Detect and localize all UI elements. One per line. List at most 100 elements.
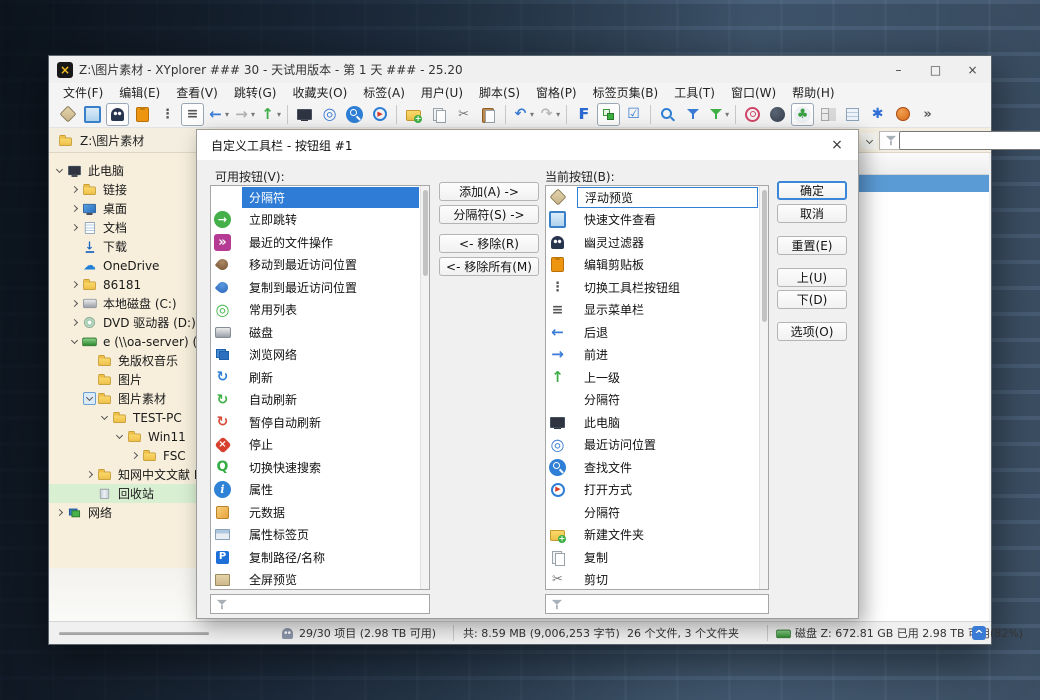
chevron-right-icon[interactable] xyxy=(68,278,81,291)
chevron-right-icon[interactable] xyxy=(128,449,141,462)
menu-item[interactable]: 脚本(S) xyxy=(471,83,528,101)
ghost-filter-button[interactable] xyxy=(106,102,129,126)
available-item-属性标签页[interactable]: 属性标签页 xyxy=(211,524,429,547)
tree-path-tracing-button[interactable] xyxy=(791,102,815,126)
available-item-全屏预览[interactable]: 全屏预览 xyxy=(211,569,429,590)
menu-item[interactable]: 帮助(H) xyxy=(784,83,842,101)
available-filter-input[interactable] xyxy=(230,596,429,612)
current-item-打开方式[interactable]: 打开方式 xyxy=(546,479,768,502)
move-up-button[interactable]: 上(U) xyxy=(777,268,847,287)
spiral-tool-button[interactable] xyxy=(741,103,764,126)
up-button[interactable]: ▾ xyxy=(258,103,282,126)
chevron-down-icon[interactable] xyxy=(113,430,126,443)
list-filter-input[interactable] xyxy=(899,131,1040,150)
menu-item[interactable]: 标签页集(B) xyxy=(585,83,667,101)
basketball-button[interactable] xyxy=(891,103,914,126)
remove-all-button[interactable]: <- 移除所有(M) xyxy=(439,257,539,276)
find-files-button[interactable] xyxy=(343,103,366,126)
tree-item-免版权音乐[interactable]: 免版权音乐 xyxy=(49,351,209,370)
options-button[interactable]: 选项(O) xyxy=(777,322,847,341)
up-dropdown-arrow[interactable]: ▾ xyxy=(277,110,281,119)
status-expand[interactable] xyxy=(972,622,986,644)
recent-locations-button[interactable] xyxy=(318,103,341,126)
back-button[interactable]: ▾ xyxy=(206,103,230,126)
report-view-button[interactable] xyxy=(841,103,864,126)
available-item-浏览网络[interactable]: 浏览网络 xyxy=(211,344,429,367)
available-list-scrollbar[interactable] xyxy=(420,186,429,589)
tree-item-e (\\oa-server) (Z:)[interactable]: e (\\oa-server) (Z:) xyxy=(49,332,209,351)
forward-button[interactable]: ▾ xyxy=(232,103,256,126)
available-item-最近的文件操作[interactable]: 最近的文件操作 xyxy=(211,231,429,254)
available-item-常用列表[interactable]: 常用列表 xyxy=(211,299,429,322)
current-item-分隔符[interactable]: 分隔符 xyxy=(546,501,768,524)
minimize-button[interactable]: – xyxy=(880,56,917,83)
title-bar[interactable]: Z:\图片素材 - XYplorer ### 30 - 天试用版本 - 第 1 … xyxy=(49,56,991,83)
available-item-立即跳转[interactable]: 立即跳转 xyxy=(211,209,429,232)
tile-view-button[interactable] xyxy=(816,103,839,126)
tree-toggle-button[interactable] xyxy=(597,102,621,126)
available-item-属性[interactable]: 属性 xyxy=(211,479,429,502)
tree-item-DVD 驱动器 (D:) CCCOM[interactable]: DVD 驱动器 (D:) CCCOM xyxy=(49,313,209,332)
current-item-上一级[interactable]: 上一级 xyxy=(546,366,768,389)
tree-item-文档[interactable]: 文档 xyxy=(49,218,209,237)
available-item-磁盘[interactable]: 磁盘 xyxy=(211,321,429,344)
ok-button[interactable]: 确定 xyxy=(777,181,847,200)
chevron-right-icon[interactable] xyxy=(53,506,66,519)
quick-file-view-button[interactable] xyxy=(81,103,104,126)
tree-item-回收站[interactable]: 回收站 xyxy=(49,484,209,503)
current-buttons-list[interactable]: 浮动预览快速文件查看幽灵过滤器编辑剪贴板切换工具栏按钮组显示菜单栏后退前进上一级… xyxy=(545,185,769,590)
current-item-编辑剪贴板[interactable]: 编辑剪贴板 xyxy=(546,254,768,277)
visual-filter-dropdown-arrow[interactable]: ▾ xyxy=(725,110,729,119)
current-item-新建文件夹[interactable]: 新建文件夹 xyxy=(546,524,768,547)
available-item-切换快速搜索[interactable]: 切换快速搜索 xyxy=(211,456,429,479)
new-folder-button[interactable] xyxy=(402,103,425,126)
chevron-right-icon[interactable] xyxy=(68,221,81,234)
current-item-显示菜单栏[interactable]: 显示菜单栏 xyxy=(546,299,768,322)
chevron-down-icon[interactable] xyxy=(83,392,96,405)
cancel-button[interactable]: 取消 xyxy=(777,204,847,223)
menu-item[interactable]: 文件(F) xyxy=(55,83,111,101)
dark-mode-button[interactable] xyxy=(766,103,789,126)
current-item-此电脑[interactable]: 此电脑 xyxy=(546,411,768,434)
tree-item-TEST-PC[interactable]: TEST-PC xyxy=(49,408,209,427)
maximize-button[interactable]: □ xyxy=(917,56,954,83)
dialog-close-button[interactable]: × xyxy=(826,135,848,155)
tab-list-dropdown[interactable] xyxy=(861,133,877,149)
tree-item-FSC[interactable]: FSC xyxy=(49,446,209,465)
tree-item-86181[interactable]: 86181 xyxy=(49,275,209,294)
add-separator-button[interactable]: 分隔符(S) -> xyxy=(439,205,539,224)
chevron-right-icon[interactable] xyxy=(83,468,96,481)
tree-item-知网中文文献 PDF[interactable]: 知网中文文献 PDF xyxy=(49,465,209,484)
menu-item[interactable]: 跳转(G) xyxy=(226,83,285,101)
tree-item-下载[interactable]: 下载 xyxy=(49,237,209,256)
toggle-toolbar-group-button[interactable] xyxy=(156,103,179,126)
menu-item[interactable]: 查看(V) xyxy=(168,83,226,101)
available-buttons-list[interactable]: 分隔符立即跳转最近的文件操作移动到最近访问位置复制到最近访问位置常用列表磁盘浏览… xyxy=(210,185,430,590)
current-item-后退[interactable]: 后退 xyxy=(546,321,768,344)
menu-item[interactable]: 用户(U) xyxy=(413,83,471,101)
dialog-title-bar[interactable]: 自定义工具栏 - 按钮组 #1 xyxy=(197,130,858,160)
available-item-复制到最近访问位置[interactable]: 复制到最近访问位置 xyxy=(211,276,429,299)
available-item-暂停自动刷新[interactable]: 暂停自动刷新 xyxy=(211,411,429,434)
redo-button[interactable]: ▾ xyxy=(537,103,561,126)
chevron-right-icon[interactable] xyxy=(68,297,81,310)
undo-dropdown-arrow[interactable]: ▾ xyxy=(530,110,534,119)
tree-item-网络[interactable]: 网络 xyxy=(49,503,209,522)
current-item-查找文件[interactable]: 查找文件 xyxy=(546,456,768,479)
tree-item-OneDrive[interactable]: OneDrive xyxy=(49,256,209,275)
menu-item[interactable]: 窗口(W) xyxy=(723,83,784,101)
current-item-复制[interactable]: 复制 xyxy=(546,546,768,569)
tree-horizontal-scrollbar[interactable] xyxy=(59,632,209,635)
scrollbar-thumb[interactable] xyxy=(761,190,767,322)
forward-dropdown-arrow[interactable]: ▾ xyxy=(251,110,255,119)
chevron-right-icon[interactable] xyxy=(68,183,81,196)
favorites-button[interactable] xyxy=(572,103,595,126)
close-button[interactable]: × xyxy=(954,56,991,83)
available-filter-box[interactable] xyxy=(210,594,430,614)
filter-button[interactable] xyxy=(681,103,704,126)
chevron-right-icon[interactable] xyxy=(68,202,81,215)
current-item-快速文件查看[interactable]: 快速文件查看 xyxy=(546,209,768,232)
chevron-right-icon[interactable] xyxy=(68,316,81,329)
current-filter-box[interactable] xyxy=(545,594,769,614)
available-item-复制路径/名称[interactable]: 复制路径/名称 xyxy=(211,546,429,569)
